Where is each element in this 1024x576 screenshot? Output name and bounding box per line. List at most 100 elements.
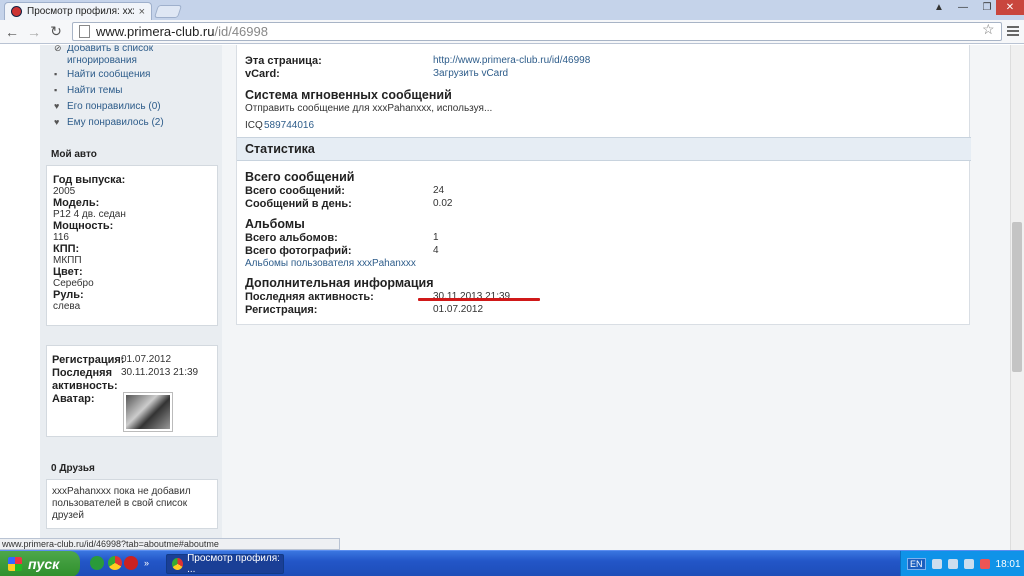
chrome-icon[interactable] bbox=[108, 556, 122, 570]
car-box: Год выпуска: 2005 Модель: P12 4 дв. седа… bbox=[46, 165, 218, 326]
last-activity-label: Последняя активность: bbox=[245, 291, 374, 303]
posts-total-label: Всего сообщений: bbox=[245, 185, 345, 197]
albums-total-label: Всего альбомов: bbox=[245, 232, 338, 244]
opera-icon[interactable] bbox=[124, 556, 138, 570]
photos-total-value: 4 bbox=[433, 245, 439, 256]
tray-icon[interactable] bbox=[947, 559, 958, 569]
car-key: Модель: bbox=[53, 197, 100, 209]
start-button[interactable]: пуск bbox=[0, 551, 80, 576]
quicklaunch-app-icon[interactable] bbox=[90, 556, 104, 570]
tab-title: Просмотр профиля: xxxPah bbox=[27, 6, 134, 17]
windows-logo-icon bbox=[8, 557, 22, 571]
car-key: КПП: bbox=[53, 243, 80, 255]
close-tab-icon[interactable]: × bbox=[139, 6, 145, 18]
posts-per-day-value: 0.02 bbox=[433, 198, 453, 209]
registration-label: Регистрация: bbox=[52, 354, 125, 366]
posts-per-day-label: Сообщений в день: bbox=[245, 198, 352, 210]
car-key: Мощность: bbox=[53, 220, 114, 232]
friends-text: xxxPahanxxx пока не добавил пользователе… bbox=[52, 486, 191, 521]
bookmark-star-icon[interactable]: ☆ bbox=[982, 21, 995, 38]
member-info-box: Регистрация: 01.07.2012 Последняя активн… bbox=[46, 345, 218, 437]
red-underline-annotation bbox=[418, 298, 540, 301]
liked-by-link[interactable]: ♥ Его понравились (0) bbox=[54, 101, 161, 112]
last-activity-value: 30.11.2013 21:39 bbox=[121, 367, 199, 378]
url-host: www.primera-club.ru bbox=[96, 24, 215, 39]
system-tray: EN 18:01 bbox=[900, 551, 1024, 576]
car-key: Год выпуска: bbox=[53, 174, 126, 186]
threads-icon: ▪ bbox=[54, 85, 58, 95]
likes-given-link[interactable]: ♥ Ему понравилось (2) bbox=[54, 117, 164, 128]
registration-label: Регистрация: bbox=[245, 304, 318, 316]
menu-icon[interactable] bbox=[1006, 24, 1020, 38]
minimize-button[interactable]: — bbox=[952, 0, 974, 15]
find-posts-link[interactable]: ▪ Найти сообщения bbox=[54, 69, 150, 80]
url-path: /id/46998 bbox=[214, 24, 268, 39]
car-value: МКПП bbox=[53, 255, 82, 266]
close-window-button[interactable]: ✕ bbox=[996, 0, 1024, 15]
last-activity-label: Последняя активность: bbox=[52, 367, 118, 392]
photos-total-label: Всего фотографий: bbox=[245, 245, 352, 257]
address-bar[interactable]: www.primera-club.ru /id/46998 bbox=[72, 22, 1002, 41]
browser-tab[interactable]: Просмотр профиля: xxxPah × bbox=[4, 2, 152, 20]
car-key: Цвет: bbox=[53, 266, 83, 278]
car-key: Руль: bbox=[53, 289, 84, 301]
page-viewport: ⊘ Добавить в список игнорирования ▪ Найт… bbox=[0, 45, 1010, 550]
albums-total-value: 1 bbox=[433, 232, 439, 243]
im-heading: Система мгновенных сообщений bbox=[245, 88, 452, 102]
language-indicator[interactable]: EN bbox=[907, 558, 926, 570]
browser-toolbar: ← → ↻ www.primera-club.ru /id/46998 ☆ bbox=[0, 20, 1024, 44]
profile-sidebar: ⊘ Добавить в список игнорирования ▪ Найт… bbox=[40, 45, 222, 550]
site-favicon-icon bbox=[11, 6, 22, 17]
statistics-header: Статистика bbox=[237, 137, 971, 161]
im-text: Отправить сообщение для xxxPahanxxx, исп… bbox=[245, 103, 493, 114]
registration-value: 01.07.2012 bbox=[433, 304, 484, 315]
chrome-icon bbox=[172, 558, 184, 570]
back-arrow-icon[interactable]: ← bbox=[2, 22, 22, 42]
clock: 18:01 bbox=[995, 558, 1021, 570]
block-icon: ⊘ bbox=[54, 45, 62, 53]
start-label: пуск bbox=[28, 556, 60, 572]
user-icon[interactable]: ▲ bbox=[928, 0, 950, 15]
tab-strip: Просмотр профиля: xxxPah × ▲ — ❐ ✕ bbox=[0, 0, 1024, 20]
car-value: слева bbox=[53, 301, 81, 312]
car-value: Серебро bbox=[53, 278, 94, 289]
find-threads-link[interactable]: ▪ Найти темы bbox=[54, 85, 122, 96]
posts-total-value: 24 bbox=[433, 185, 445, 196]
statistics-title: Статистика bbox=[245, 142, 315, 156]
profile-main-panel: Эта страница: http://www.primera-club.ru… bbox=[236, 45, 971, 325]
car-value: 2005 bbox=[53, 186, 76, 197]
volume-icon[interactable] bbox=[963, 559, 974, 569]
taskbar: пуск » Просмотр профиля: ... EN 18:01 bbox=[0, 550, 1024, 576]
page-url-link[interactable]: http://www.primera-club.ru/id/46998 bbox=[433, 55, 590, 66]
vcard-link[interactable]: Загрузить vCard bbox=[433, 68, 508, 79]
heart-icon: ♥ bbox=[54, 117, 60, 127]
reload-icon[interactable]: ↻ bbox=[46, 22, 66, 42]
ignore-link[interactable]: ⊘ Добавить в список игнорирования bbox=[54, 45, 177, 67]
posts-icon: ▪ bbox=[54, 69, 58, 79]
car-heading: Мой авто bbox=[51, 149, 97, 160]
registration-value: 01.07.2012 bbox=[121, 354, 172, 365]
vcard-label: vCard: bbox=[245, 68, 280, 80]
car-value: P12 4 дв. седан bbox=[53, 209, 126, 220]
forward-arrow-icon[interactable]: → bbox=[24, 22, 44, 42]
scrollbar-thumb[interactable] bbox=[1012, 222, 1022, 372]
heart-icon: ♥ bbox=[54, 101, 60, 111]
friends-box: xxxPahanxxx пока не добавил пользователе… bbox=[46, 479, 218, 529]
network-icon[interactable] bbox=[979, 559, 990, 569]
new-tab-button[interactable] bbox=[153, 5, 183, 18]
taskbar-window-label: Просмотр профиля: ... bbox=[187, 553, 280, 575]
status-bar: www.primera-club.ru/id/46998?tab=aboutme… bbox=[0, 538, 340, 550]
posts-heading: Всего сообщений bbox=[245, 170, 355, 184]
user-albums-link[interactable]: Альбомы пользователя xxxPahanxxx bbox=[245, 258, 416, 269]
tray-icon[interactable] bbox=[931, 559, 942, 569]
avatar-label: Аватар: bbox=[52, 393, 95, 405]
car-value: 116 bbox=[53, 232, 69, 243]
chevron-right-icon[interactable]: » bbox=[144, 558, 152, 568]
avatar[interactable] bbox=[123, 392, 173, 432]
maximize-button[interactable]: ❐ bbox=[976, 0, 998, 15]
friends-heading: 0 Друзья bbox=[51, 463, 95, 474]
page-url-label: Эта страница: bbox=[245, 55, 322, 67]
taskbar-window-button[interactable]: Просмотр профиля: ... bbox=[166, 553, 284, 575]
icq-link[interactable]: 589744016 bbox=[264, 120, 314, 131]
page-icon bbox=[79, 25, 90, 38]
